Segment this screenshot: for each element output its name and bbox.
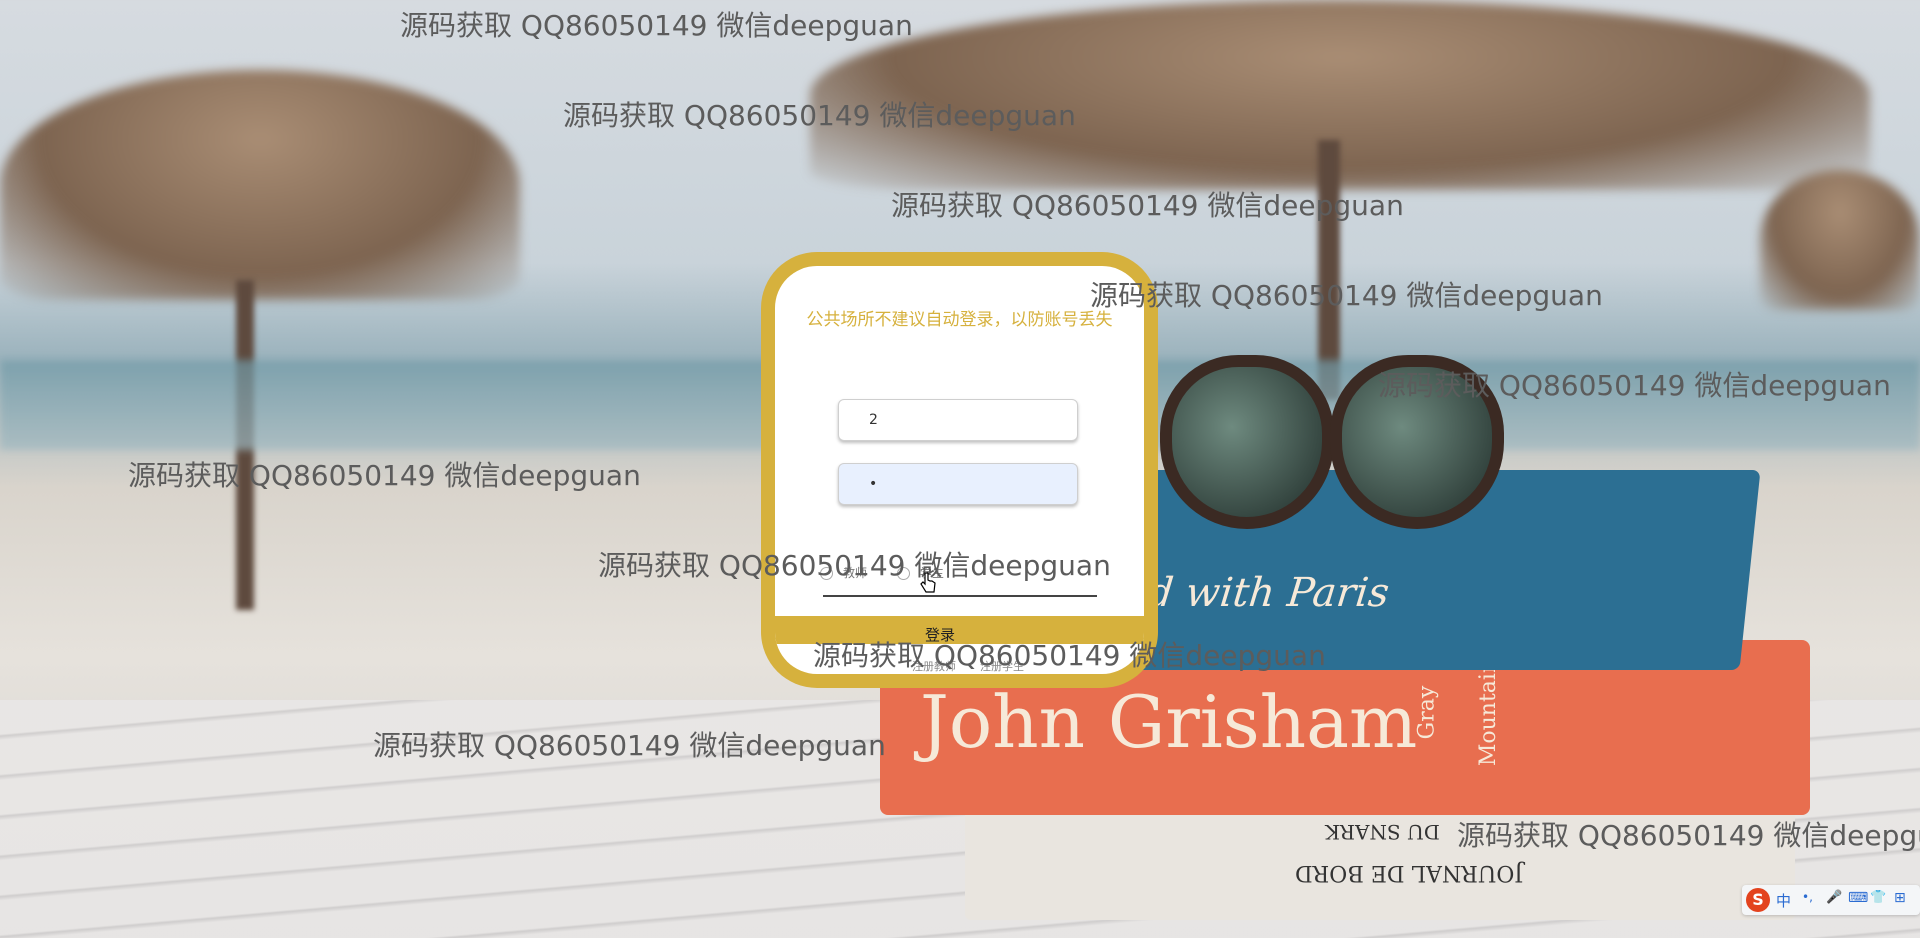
watermark: 源码获取 QQ86050149 微信deepguan (1457, 819, 1920, 852)
ime-toolbar[interactable]: S 中 •, 🎤 ⌨ 👕 ⊞ (1742, 885, 1920, 915)
divider (823, 595, 1097, 597)
ime-mode-toggle[interactable]: 中 (1776, 890, 1791, 911)
password-value: • (869, 476, 878, 492)
username-value: 2 (869, 412, 878, 428)
umbrella-far-right (1760, 170, 1920, 310)
login-panel-inner: 公共场所不建议自动登录，以防账号丢失 2 • 教师 学生 登录 注册教师 注册学… (775, 266, 1144, 674)
watermark: 源码获取 QQ86050149 微信deepguan (1378, 369, 1891, 402)
watermark: 源码获取 QQ86050149 微信deepguan (1090, 279, 1603, 312)
password-input[interactable]: • (838, 463, 1078, 505)
watermark: 源码获取 QQ86050149 微信deepguan (373, 729, 886, 762)
watermark: 源码获取 QQ86050149 微信deepguan (813, 639, 1326, 672)
book-orange-side: Gray (1414, 685, 1440, 740)
skin-icon[interactable]: 👕 (1870, 890, 1886, 905)
login-panel: 公共场所不建议自动登录，以防账号丢失 2 • 教师 学生 登录 注册教师 注册学… (761, 252, 1158, 688)
toolbox-icon[interactable]: ⊞ (1894, 890, 1906, 906)
book-white-subtitle: DU SNARK (1325, 820, 1440, 844)
watermark: 源码获取 QQ86050149 微信deepguan (400, 9, 913, 42)
username-input[interactable]: 2 (838, 399, 1078, 441)
book-blue-title: d with Paris (1145, 570, 1392, 616)
book-orange-side: Mountain (1476, 658, 1502, 767)
security-notice: 公共场所不建议自动登录，以防账号丢失 (806, 310, 1113, 330)
punctuation-icon[interactable]: •, (1802, 890, 1813, 904)
keyboard-icon[interactable]: ⌨ (1848, 890, 1868, 906)
watermark: 源码获取 QQ86050149 微信deepguan (563, 99, 1076, 132)
book-orange-title: John Grisham (920, 680, 1418, 764)
hand-cursor-icon (920, 572, 936, 593)
sogou-logo-icon[interactable]: S (1746, 888, 1770, 912)
watermark: 源码获取 QQ86050149 微信deepguan (598, 549, 1111, 582)
umbrella-left (0, 70, 520, 300)
watermark: 源码获取 QQ86050149 微信deepguan (891, 189, 1404, 222)
microphone-icon[interactable]: 🎤 (1826, 890, 1842, 905)
book-white-title: JOURNAL DE BORD (1295, 860, 1524, 885)
watermark: 源码获取 QQ86050149 微信deepguan (128, 459, 641, 492)
